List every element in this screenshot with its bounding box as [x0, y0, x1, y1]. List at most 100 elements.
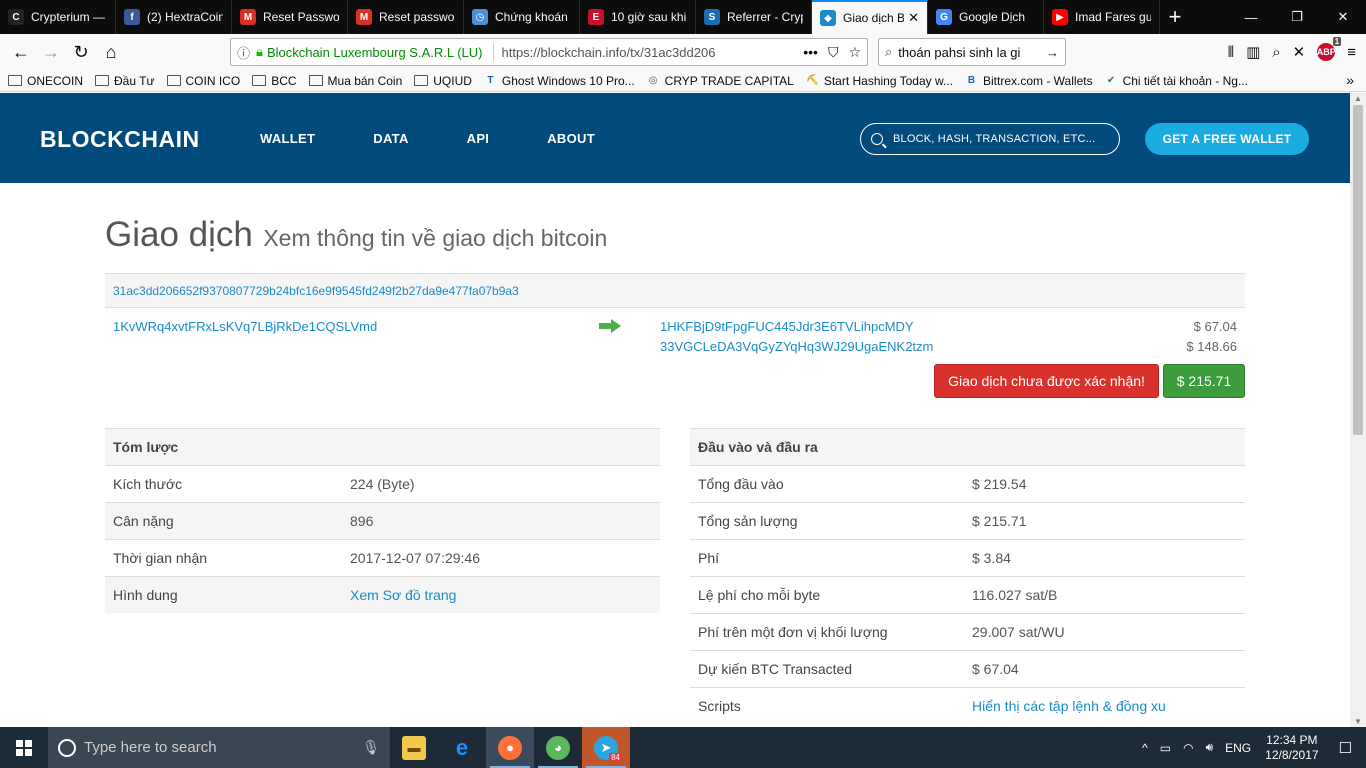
taskbar-search[interactable]: Type here to search 🎙︎ [48, 727, 390, 768]
clock[interactable]: 12:34 PM 12/8/2017 [1265, 733, 1318, 763]
tab-title: Google Dịch [959, 10, 1026, 24]
bookmark-folder[interactable]: UQIUD [414, 74, 472, 88]
total-amount-button[interactable]: $ 215.71 [1163, 364, 1245, 398]
search-icon [871, 133, 883, 145]
adblock-icon[interactable]: ABP 1 [1317, 37, 1342, 61]
browser-tab[interactable]: f (2) HextraCoin [116, 0, 232, 34]
home-icon[interactable]: ⌂ [96, 37, 126, 67]
bookmark-folder[interactable]: BCC [252, 74, 297, 88]
visualize-link[interactable]: Xem Sơ đồ trang [350, 587, 456, 603]
library-icon[interactable]: ⫴ [1228, 44, 1234, 61]
tab-title: 10 giờ sau khi [611, 10, 687, 24]
search-go-icon[interactable]: → [1046, 45, 1059, 60]
close-tab-icon[interactable]: ✕ [908, 10, 919, 26]
tx-hash-row: 31ac3dd206652f9370807729b24bfc16e9f9545f… [105, 273, 1245, 308]
bookmark-item[interactable]: T Ghost Windows 10 Pro... [484, 74, 634, 88]
inputs-outputs-table: Đầu vào và đầu ra Tổng đầu vào $ 219.54 T… [690, 428, 1245, 724]
get-wallet-button[interactable]: GET A FREE WALLET [1145, 123, 1309, 155]
scroll-down-icon[interactable]: ▼ [1354, 717, 1362, 726]
browser-tab[interactable]: M Reset password [348, 0, 464, 34]
unconfirmed-button[interactable]: Giao dịch chưa được xác nhận! [934, 364, 1159, 398]
back-icon[interactable]: ← [6, 37, 36, 67]
search-input[interactable]: thoán pahsi sinh la gi [898, 45, 1046, 60]
nav-data[interactable]: DATA [373, 131, 408, 146]
sidebar-icon[interactable]: ▥ [1246, 43, 1260, 61]
table-row: Thời gian nhận 2017-12-07 07:29:46 [105, 539, 660, 576]
lock-icon[interactable]: 🔒︎ [256, 44, 263, 60]
reload-icon[interactable]: ↻ [66, 37, 96, 67]
row-key: Tổng đầu vào [698, 476, 784, 492]
search-bar[interactable]: ⌕ thoán pahsi sinh la gi → [878, 38, 1066, 66]
volume-icon[interactable]: 🔊︎ [1206, 740, 1214, 755]
browser-tab[interactable]: G Google Dịch [928, 0, 1044, 34]
adblock-count: 1 [1332, 37, 1342, 46]
browser-tab[interactable]: C Crypterium — [0, 0, 116, 34]
bookmark-star-icon[interactable]: ☆ [848, 44, 861, 61]
row-key: Lệ phí cho mỗi byte [698, 587, 821, 603]
bookmark-item[interactable]: ⛏ Start Hashing Today w... [806, 74, 953, 88]
scroll-up-icon[interactable]: ▲ [1354, 94, 1362, 103]
start-button[interactable] [0, 727, 48, 768]
browser-tab[interactable]: E 10 giờ sau khi [580, 0, 696, 34]
bookmark-folder[interactable]: COIN ICO [166, 74, 240, 88]
close-window-icon[interactable]: ✕ [1320, 0, 1366, 34]
zoom-search-icon[interactable]: ⌕ [1272, 44, 1280, 61]
browser-tab[interactable]: S Referrer - Cryp [696, 0, 812, 34]
google-translate-icon: G [936, 9, 952, 25]
browser-tab[interactable]: ◷ Chứng khoán [464, 0, 580, 34]
input-address-link[interactable]: 1KvWRq4xvtFRxLsKVq7LBjRkDe1CQSLVmd [113, 319, 377, 334]
nav-wallet[interactable]: WALLET [260, 131, 315, 146]
site-identity[interactable]: Blockchain Luxembourg S.A.R.L (LU) [267, 45, 483, 60]
output-address-link[interactable]: 1HKFBjD9tFpgFUC445Jdr3E6TVLihpcMDY [660, 319, 914, 334]
wifi-icon[interactable]: ◠ [1183, 741, 1193, 755]
site-logo[interactable]: BLOCKCHAIN [40, 126, 200, 153]
site-search-input[interactable]: BLOCK, HASH, TRANSACTION, ETC... [860, 123, 1120, 155]
show-scripts-link[interactable]: Hiển thị các tập lệnh & đồng xu [972, 698, 1166, 714]
browser-tab[interactable]: M Reset Password [232, 0, 348, 34]
microphone-icon[interactable]: 🎙︎ [362, 739, 380, 756]
new-tab-button[interactable]: + [1160, 0, 1190, 34]
tab-title: Crypterium — [31, 10, 106, 24]
bookmark-folder[interactable]: Mua bán Coin [308, 74, 402, 88]
action-center-icon[interactable]: ☐ [1339, 739, 1352, 757]
bookmark-item[interactable]: B Bittrex.com - Wallets [965, 74, 1093, 88]
browser-tab[interactable]: ◆ Giao dịch B ✕ [812, 0, 928, 34]
bookmark-folder[interactable]: ONECOIN [8, 74, 83, 88]
bookmark-folder[interactable]: Đầu Tư [95, 74, 155, 88]
nav-about[interactable]: ABOUT [547, 131, 595, 146]
edge-icon[interactable]: e [438, 727, 486, 768]
scrollbar-thumb[interactable] [1353, 105, 1363, 435]
windows-taskbar: Type here to search 🎙︎ ▬ e ● ◕ ➤ 84 ^ ▭ … [0, 727, 1366, 768]
forward-icon[interactable]: → [36, 37, 66, 67]
bookmark-item[interactable]: ✔ Chi tiết tài khoản - Ng... [1105, 74, 1248, 88]
bookmark-label: ONECOIN [27, 73, 84, 88]
table-row: Tổng sản lượng $ 215.71 [690, 502, 1245, 539]
menu-icon[interactable]: ≡ [1347, 44, 1356, 61]
bookmark-label: Bittrex.com - Wallets [983, 73, 1093, 88]
x-extension-icon[interactable]: ✕ [1293, 43, 1306, 61]
url-text[interactable]: https://blockchain.info/tx/31ac3dd206 [502, 45, 804, 60]
battery-icon[interactable]: ▭ [1160, 741, 1171, 755]
restore-icon[interactable]: ❐ [1274, 0, 1320, 34]
tray-expand-icon[interactable]: ^ [1142, 741, 1148, 755]
bookmarks-overflow-icon[interactable]: » [1346, 72, 1354, 88]
file-explorer-icon[interactable]: ▬ [390, 727, 438, 768]
telegram-icon[interactable]: ➤ 84 [582, 727, 630, 768]
io-heading: Đầu vào và đầu ra [698, 439, 818, 455]
pocket-icon[interactable]: ⛉ [828, 44, 839, 61]
coccoc-icon[interactable]: ◕ [534, 727, 582, 768]
tx-hash-link[interactable]: 31ac3dd206652f9370807729b24bfc16e9f9545f… [113, 284, 519, 298]
language-indicator[interactable]: ENG [1225, 741, 1251, 755]
site-favicon-icon: ⛏ [805, 75, 819, 86]
bookmark-item[interactable]: ◎ CRYP TRADE CAPITAL [647, 74, 794, 88]
minimize-icon[interactable]: — [1228, 0, 1274, 34]
page-actions-icon[interactable]: ••• [803, 44, 818, 61]
nav-api[interactable]: API [467, 131, 490, 146]
firefox-icon[interactable]: ● [486, 727, 534, 768]
site-info-icon[interactable]: ⓘ [237, 43, 250, 62]
e-news-icon: E [588, 9, 604, 25]
page-scrollbar[interactable]: ▲ ▼ [1350, 93, 1366, 727]
output-address-link[interactable]: 33VGCLeDA3VqGyZYqHq3WJ29UgaENK2tzm [660, 339, 933, 354]
browser-tab[interactable]: ▶ Imad Fares gu [1044, 0, 1160, 34]
url-bar[interactable]: ⓘ 🔒︎ Blockchain Luxembourg S.A.R.L (LU) … [230, 38, 868, 66]
